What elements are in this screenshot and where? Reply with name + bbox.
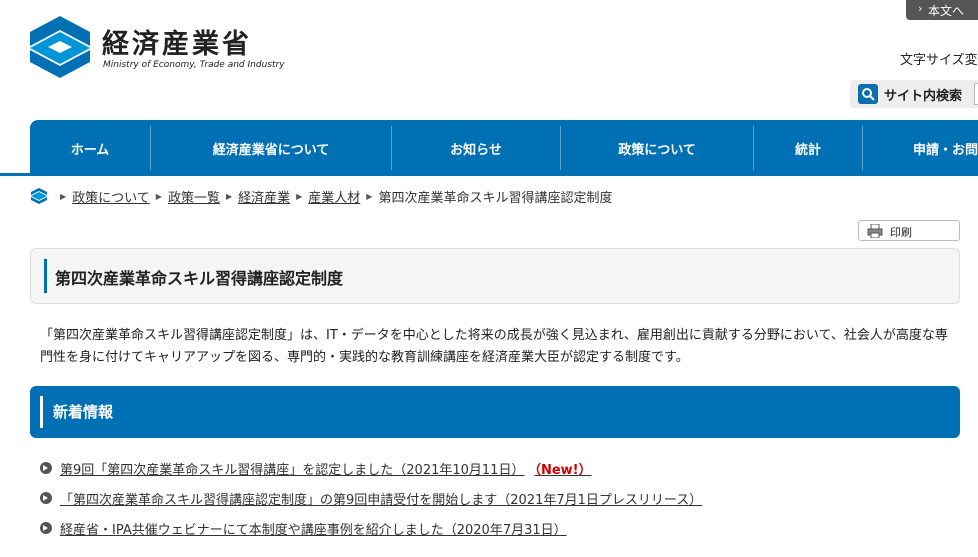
print-label: 印刷: [890, 226, 912, 239]
breadcrumb-arrow-icon: ▶: [155, 191, 162, 201]
news-list: 第9回「第四次産業革命スキル習得講座」を認定しました（2021年10月11日） （…: [40, 457, 960, 547]
news-accent-bar: [40, 396, 43, 428]
news-link-text: 経産省・IPA共催ウェビナーにて本制度や講座事例を紹介しました（2020年7月3…: [60, 523, 567, 538]
skip-link-label: 本文へ: [928, 4, 965, 18]
search-icon: [858, 84, 878, 104]
print-icon: [867, 224, 883, 238]
global-nav: ホーム 経済産業省について お知らせ 政策について 統計 申請・お問: [30, 120, 978, 176]
search-label: サイト内検索: [884, 89, 963, 104]
nav-item-policy[interactable]: 政策について: [561, 120, 753, 176]
new-badge: （New!）: [534, 463, 592, 478]
news-section-header: 新着情報: [30, 386, 960, 438]
nav-item-applications[interactable]: 申請・お問: [863, 120, 978, 176]
skip-to-content-link[interactable]: › 本文へ: [906, 0, 978, 20]
news-section-title: 新着情報: [53, 403, 114, 421]
arrow-circle-icon: [40, 522, 52, 534]
news-item: 経産省・IPA共催ウェビナーにて本制度や講座事例を紹介しました（2020年7月3…: [40, 517, 960, 547]
breadcrumb-arrow-icon: ▶: [60, 191, 67, 201]
intro-paragraph: 「第四次産業革命スキル習得講座認定制度」は、IT・データを中心とした将来の成長が…: [40, 328, 948, 365]
font-size-label: 文字サイズ変: [900, 53, 978, 68]
breadcrumb-link-policy-list[interactable]: 政策一覧: [168, 187, 220, 206]
nav-item-news[interactable]: お知らせ: [392, 120, 560, 176]
arrow-circle-icon: [40, 462, 52, 474]
news-item: 「第四次産業革命スキル習得講座認定制度」の第9回申請受付を開始します（2021年…: [40, 487, 960, 517]
breadcrumb-link-policy[interactable]: 政策について: [72, 187, 150, 206]
nav-item-about[interactable]: 経済産業省について: [151, 120, 391, 176]
page-title: 第四次産業革命スキル習得講座認定制度: [55, 269, 344, 288]
site-search[interactable]: サイト内検索: [850, 80, 978, 108]
news-link[interactable]: 「第四次産業革命スキル習得講座認定制度」の第9回申請受付を開始します（2021年…: [60, 489, 702, 508]
title-accent-bar: [44, 259, 47, 293]
arrow-circle-icon: [40, 492, 52, 504]
nav-item-statistics[interactable]: 統計: [754, 120, 862, 176]
breadcrumb-arrow-icon: ▶: [366, 191, 373, 201]
breadcrumb-current: 第四次産業革命スキル習得講座認定制度: [378, 190, 613, 206]
print-button[interactable]: 印刷: [858, 220, 960, 241]
breadcrumb-link-economy[interactable]: 経済産業: [238, 187, 290, 206]
news-link[interactable]: 第9回「第四次産業革命スキル習得講座」を認定しました（2021年10月11日） （…: [60, 459, 592, 478]
news-link-text: 「第四次産業革命スキル習得講座認定制度」の第9回申請受付を開始します（2021年…: [60, 493, 703, 508]
logo-japanese-name: 経済産業省: [102, 29, 252, 60]
logo-english-name: Ministry of Economy, Trade and Industry: [103, 60, 285, 70]
page-title-box: 第四次産業革命スキル習得講座認定制度: [30, 248, 960, 304]
home-logo-icon[interactable]: [30, 187, 48, 205]
news-link-text: 第9回「第四次産業革命スキル習得講座」を認定しました（2021年10月11日）: [60, 463, 525, 478]
nav-item-home[interactable]: ホーム: [30, 120, 150, 176]
breadcrumb-link-human-resources[interactable]: 産業人材: [308, 187, 360, 206]
news-item: 第9回「第四次産業革命スキル習得講座」を認定しました（2021年10月11日） （…: [40, 457, 960, 487]
breadcrumb-arrow-icon: ▶: [296, 191, 303, 201]
chevron-right-icon: ›: [918, 2, 923, 15]
site-logo[interactable]: 経済産業省 Ministry of Economy, Trade and Ind…: [30, 16, 290, 86]
breadcrumb: ▶ 政策について ▶ 政策一覧 ▶ 経済産業 ▶ 産業人材 ▶ 第四次産業革命ス…: [30, 186, 612, 206]
news-link[interactable]: 経産省・IPA共催ウェビナーにて本制度や講座事例を紹介しました（2020年7月3…: [60, 519, 567, 538]
search-input[interactable]: [974, 83, 978, 105]
meti-logo-mark-icon: [30, 16, 90, 78]
breadcrumb-arrow-icon: ▶: [225, 191, 233, 201]
